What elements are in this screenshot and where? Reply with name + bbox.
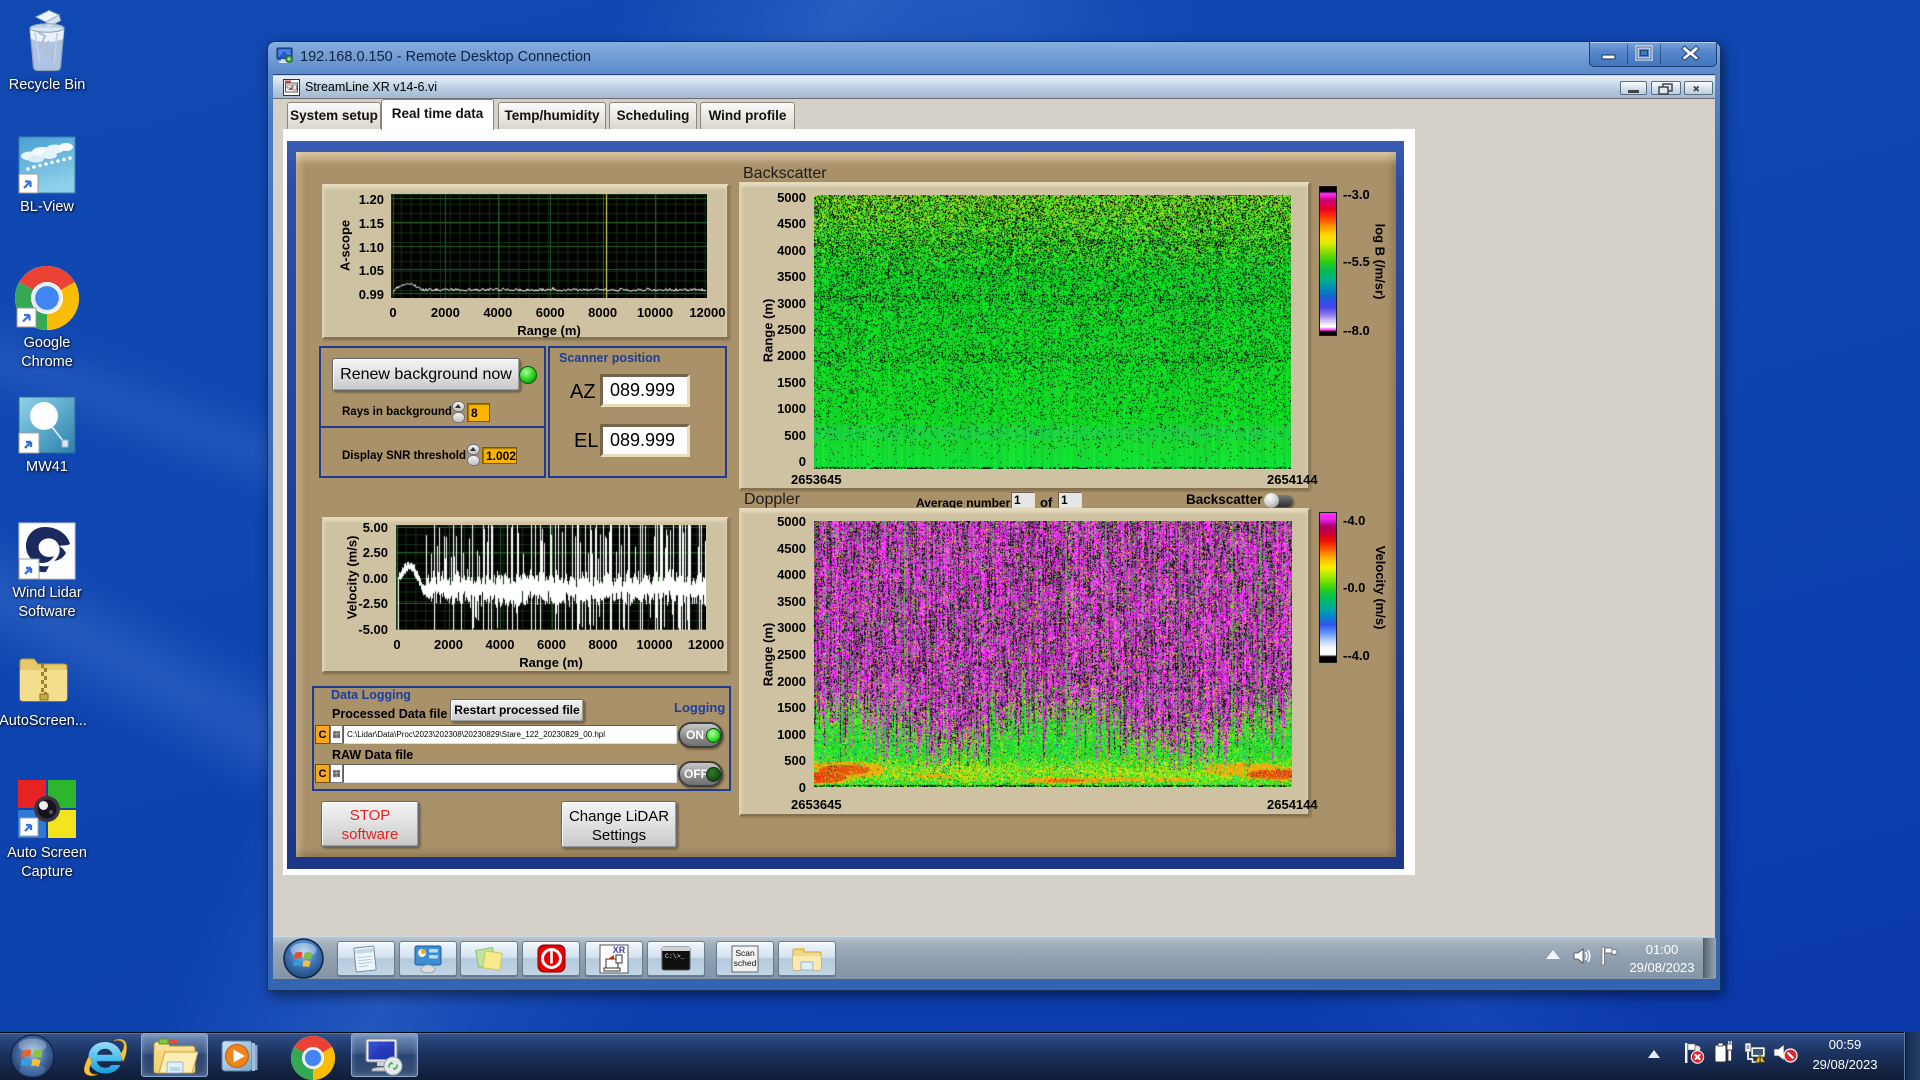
svg-text:Scan: Scan <box>735 948 755 958</box>
svg-text:sched: sched <box>734 958 757 968</box>
svg-text:XR: XR <box>613 945 626 955</box>
svg-text:C:\>_: C:\>_ <box>665 953 685 960</box>
